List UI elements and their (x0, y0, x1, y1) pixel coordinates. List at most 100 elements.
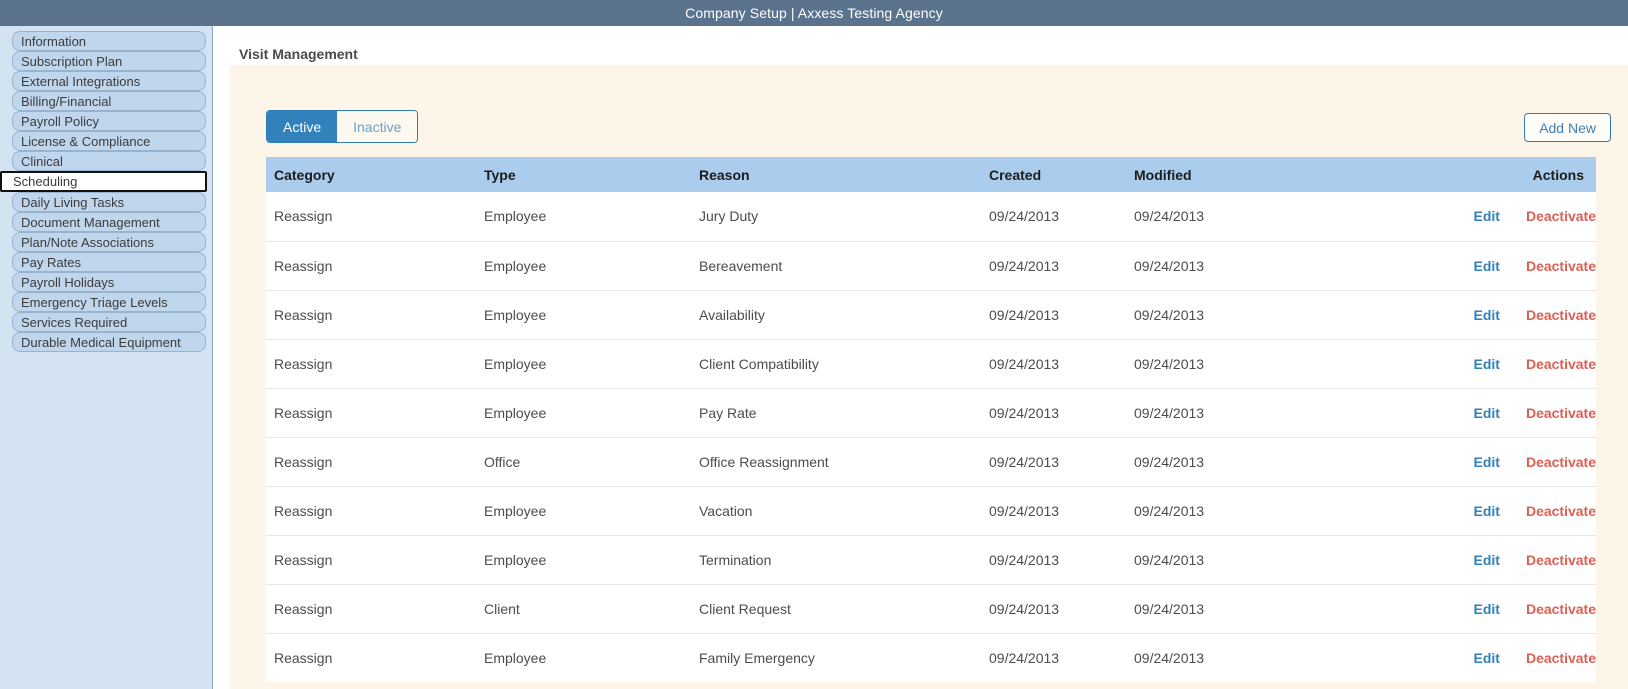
edit-link[interactable]: Edit (1474, 552, 1500, 568)
edit-link[interactable]: Edit (1474, 307, 1500, 323)
deactivate-link[interactable]: Deactivate (1526, 454, 1596, 470)
cell-category: Reassign (266, 387, 476, 437)
deactivate-link[interactable]: Deactivate (1526, 208, 1596, 224)
sidebar-item-external-integrations[interactable]: External Integrations (12, 71, 206, 91)
cell-category: Reassign (266, 436, 476, 486)
sidebar-item-label: Pay Rates (21, 254, 81, 270)
table-body: Reassign Employee Jury Duty 09/24/2013 09/24… (266, 192, 1596, 682)
deactivate-link[interactable]: Deactivate (1526, 307, 1596, 323)
edit-link[interactable]: Edit (1474, 454, 1500, 470)
deactivate-link[interactable]: Deactivate (1526, 601, 1596, 617)
cell-type: Employee (476, 338, 691, 388)
cell-modified: 09/24/2013 (1126, 632, 1366, 682)
sidebar-item-pay-rates[interactable]: Pay Rates (12, 252, 206, 272)
tab-inactive[interactable]: Inactive (337, 111, 418, 142)
edit-link[interactable]: Edit (1474, 405, 1500, 421)
sidebar-item-payroll-policy[interactable]: Payroll Policy (12, 111, 206, 131)
tab-active[interactable]: Active (267, 111, 338, 142)
cell-created: 09/24/2013 (981, 632, 1126, 682)
cell-reason: Client Compatibility (691, 338, 981, 388)
cell-actions: Edit Deactivate (1366, 632, 1596, 682)
cell-reason: Pay Rate (691, 387, 981, 437)
cell-type: Office (476, 436, 691, 486)
sidebar-item-label: Billing/Financial (21, 93, 112, 109)
visit-reasons-table-container: Category Type Reason Created Modified Actions… (266, 157, 1596, 682)
sidebar-item-label: External Integrations (21, 73, 141, 89)
cell-actions: Edit Deactivate (1366, 387, 1596, 437)
cell-reason: Office Reassignment (691, 436, 981, 486)
cell-actions: Edit Deactivate (1366, 338, 1596, 388)
edit-link[interactable]: Edit (1474, 356, 1500, 372)
sidebar-item-label: Information (21, 33, 87, 49)
sidebar-item-daily-living-tasks[interactable]: Daily Living Tasks (12, 192, 206, 212)
cell-created: 09/24/2013 (981, 436, 1126, 486)
page-title: Visit Management (239, 46, 358, 62)
table-row: Reassign Employee Bereavement 09/24/2013 09/… (266, 240, 1596, 290)
sidebar-item-label: Emergency Triage Levels (21, 294, 168, 310)
deactivate-link[interactable]: Deactivate (1526, 552, 1596, 568)
cell-actions: Edit Deactivate (1366, 583, 1596, 633)
add-new-button[interactable]: Add New (1524, 113, 1611, 142)
sidebar-item-emergency-triage-levels[interactable]: Emergency Triage Levels (12, 292, 206, 312)
cell-actions: Edit Deactivate (1366, 436, 1596, 486)
table-row: Reassign Employee Jury Duty 09/24/2013 09/24… (266, 192, 1596, 241)
cell-type: Employee (476, 632, 691, 682)
cell-category: Reassign (266, 632, 476, 682)
sidebar-item-clinical[interactable]: Clinical (12, 151, 206, 171)
cell-created: 09/24/2013 (981, 485, 1126, 535)
column-header-created[interactable]: Created (981, 157, 1126, 192)
cell-category: Reassign (266, 583, 476, 633)
table-row: Reassign Employee Vacation 09/24/2013 09/24/… (266, 485, 1596, 535)
sidebar-item-services-required[interactable]: Services Required (12, 312, 206, 332)
sidebar-item-document-management[interactable]: Document Management (12, 212, 206, 232)
cell-modified: 09/24/2013 (1126, 534, 1366, 584)
window-titlebar: Company Setup | Axxess Testing Agency (0, 0, 1628, 26)
column-header-category[interactable]: Category (266, 157, 476, 192)
sidebar-item-scheduling[interactable]: Scheduling (0, 171, 207, 192)
sidebar-nav-list: Information Subscription Plan External Int… (0, 31, 212, 352)
deactivate-link[interactable]: Deactivate (1526, 356, 1596, 372)
table-header-row: Category Type Reason Created Modified Actions (266, 157, 1596, 192)
sidebar-item-billing-financial[interactable]: Billing/Financial (12, 91, 206, 111)
sidebar-item-label: Daily Living Tasks (21, 194, 125, 210)
cell-reason: Client Request (691, 583, 981, 633)
sidebar-item-label: Services Required (21, 314, 128, 330)
edit-link[interactable]: Edit (1474, 601, 1500, 617)
deactivate-link[interactable]: Deactivate (1526, 503, 1596, 519)
edit-link[interactable]: Edit (1474, 503, 1500, 519)
sidebar-item-label: Plan/Note Associations (21, 234, 154, 250)
column-header-actions[interactable]: Actions (1366, 157, 1596, 192)
column-header-modified[interactable]: Modified (1126, 157, 1366, 192)
cell-category: Reassign (266, 240, 476, 290)
window-title: Company Setup | Axxess Testing Agency (685, 5, 943, 21)
cell-actions: Edit Deactivate (1366, 240, 1596, 290)
sidebar-item-information[interactable]: Information (12, 31, 206, 51)
edit-link[interactable]: Edit (1474, 208, 1500, 224)
sidebar-item-license-compliance[interactable]: License & Compliance (12, 131, 206, 151)
cell-category: Reassign (266, 534, 476, 584)
cell-modified: 09/24/2013 (1126, 289, 1366, 339)
edit-link[interactable]: Edit (1474, 650, 1500, 666)
cell-reason: Availability (691, 289, 981, 339)
sidebar-item-label: Payroll Policy (21, 113, 100, 129)
cell-created: 09/24/2013 (981, 387, 1126, 437)
sidebar-item-subscription-plan[interactable]: Subscription Plan (12, 51, 206, 71)
cell-category: Reassign (266, 485, 476, 535)
deactivate-link[interactable]: Deactivate (1526, 650, 1596, 666)
column-header-reason[interactable]: Reason (691, 157, 981, 192)
panel-toolbar: Active Inactive Add New (230, 65, 1628, 143)
status-filter-tabs: Active Inactive (266, 110, 419, 143)
sidebar-item-plan-note-associations[interactable]: Plan/Note Associations (12, 232, 206, 252)
column-header-type[interactable]: Type (476, 157, 691, 192)
deactivate-link[interactable]: Deactivate (1526, 405, 1596, 421)
app-root: Company Setup | Axxess Testing Agency In… (0, 0, 1628, 689)
cell-created: 09/24/2013 (981, 583, 1126, 633)
cell-created: 09/24/2013 (981, 240, 1126, 290)
sidebar-item-payroll-holidays[interactable]: Payroll Holidays (12, 272, 206, 292)
edit-link[interactable]: Edit (1474, 258, 1500, 274)
sidebar-item-durable-medical-equipment[interactable]: Durable Medical Equipment (12, 332, 206, 352)
cell-modified: 09/24/2013 (1126, 436, 1366, 486)
deactivate-link[interactable]: Deactivate (1526, 258, 1596, 274)
cell-category: Reassign (274, 208, 333, 225)
cell-reason: Bereavement (691, 240, 981, 290)
